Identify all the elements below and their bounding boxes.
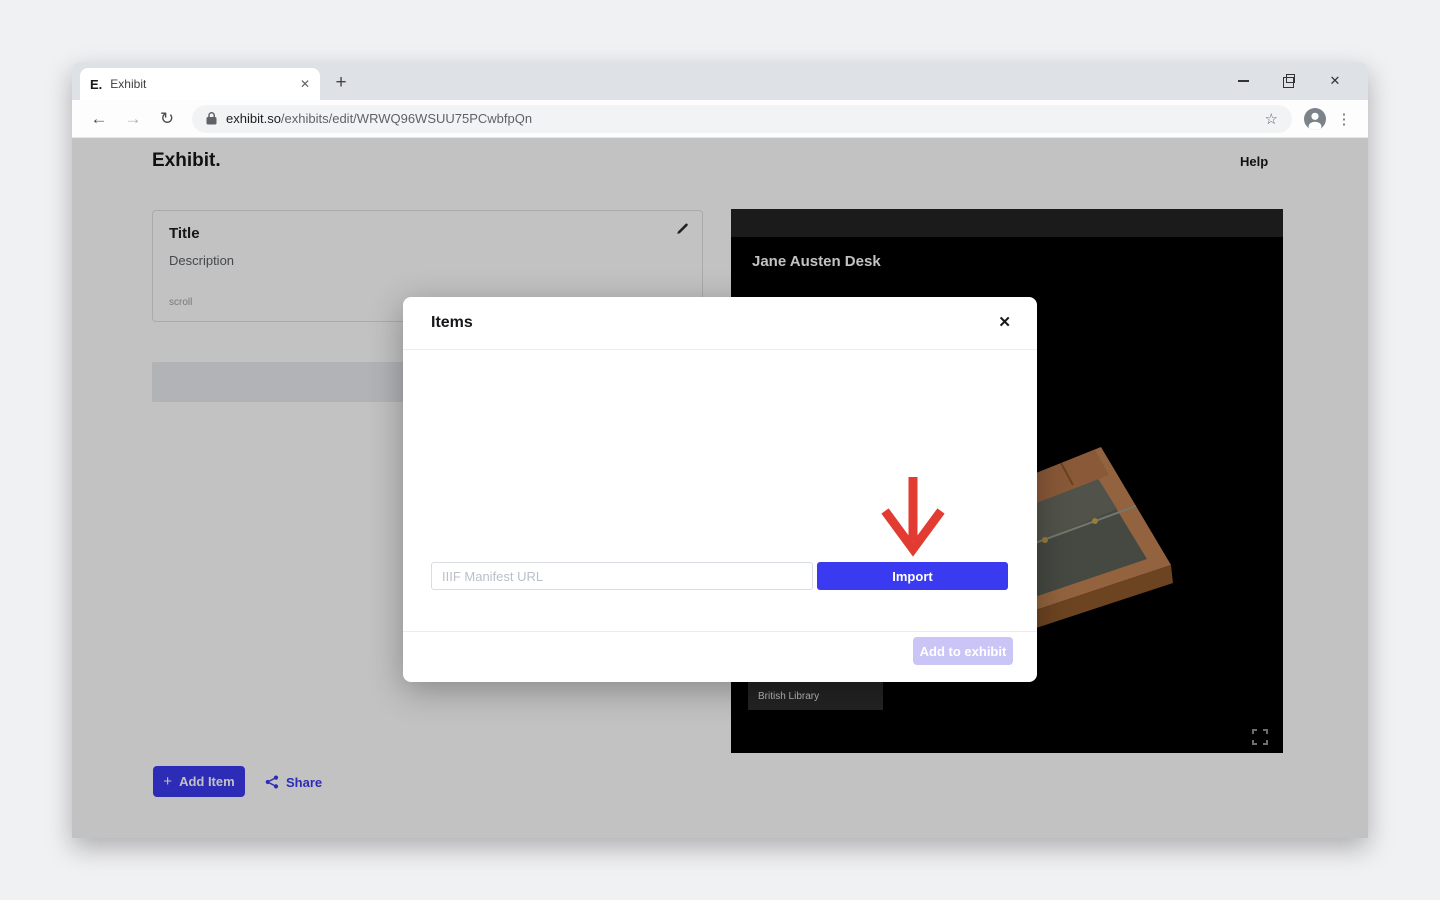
modal-footer-divider: [403, 631, 1037, 632]
forward-button[interactable]: →: [120, 109, 146, 129]
profile-avatar-icon[interactable]: [1304, 108, 1326, 130]
items-modal-header: Items ✕: [403, 297, 1037, 350]
items-modal-title: Items: [431, 314, 473, 332]
minimize-icon: [1238, 80, 1249, 82]
modal-close-icon[interactable]: ✕: [998, 313, 1011, 331]
bookmark-star-icon[interactable]: ☆: [1265, 110, 1278, 128]
window-controls: ✕: [1220, 62, 1358, 100]
lock-icon: [206, 112, 217, 125]
browser-toolbar: ← → ↻ exhibit.so/exhibits/edit/WRWQ96WSU…: [72, 100, 1368, 138]
annotation-arrow-icon: [878, 475, 948, 557]
tab-close-icon[interactable]: ✕: [300, 77, 310, 91]
url-domain: exhibit.so: [226, 111, 281, 126]
browser-tab-bar: E. Exhibit ✕ + ✕: [72, 62, 1368, 100]
browser-window: E. Exhibit ✕ + ✕ ← → ↻ exhibit.so/exhibi…: [72, 62, 1368, 838]
add-to-exhibit-button[interactable]: Add to exhibit: [913, 637, 1013, 665]
manifest-url-input[interactable]: [431, 562, 813, 590]
tab-title: Exhibit: [110, 77, 292, 91]
close-icon: ✕: [1330, 73, 1341, 89]
site-favicon: E.: [90, 77, 102, 92]
window-minimize-button[interactable]: [1220, 62, 1266, 100]
address-bar[interactable]: exhibit.so/exhibits/edit/WRWQ96WSUU75PCw…: [192, 105, 1292, 133]
url-path: /exhibits/edit/WRWQ96WSUU75PCwbfpQn: [281, 111, 532, 126]
page-content: Exhibit. Help Title Description scroll J…: [72, 138, 1368, 838]
browser-menu-icon[interactable]: ⋮: [1334, 110, 1354, 128]
browser-tab[interactable]: E. Exhibit ✕: [80, 68, 320, 100]
import-button[interactable]: Import: [817, 562, 1008, 590]
new-tab-button[interactable]: +: [326, 68, 356, 98]
restore-icon: [1284, 76, 1294, 86]
window-restore-button[interactable]: [1266, 62, 1312, 100]
back-button[interactable]: ←: [86, 109, 112, 129]
url-text: exhibit.so/exhibits/edit/WRWQ96WSUU75PCw…: [226, 111, 1256, 126]
reload-button[interactable]: ↻: [154, 109, 180, 129]
window-close-button[interactable]: ✕: [1312, 62, 1358, 100]
